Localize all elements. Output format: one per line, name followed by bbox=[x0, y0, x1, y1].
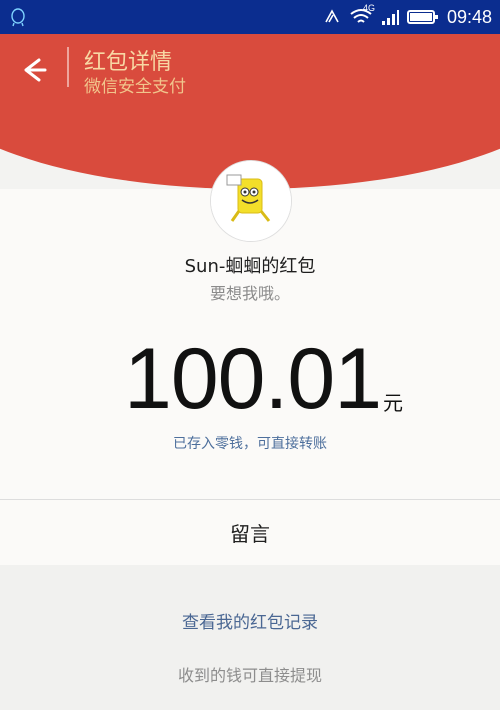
deposit-status: 已存入零钱，可直接转账 bbox=[173, 436, 327, 452]
status-bar: 4G 09:48 bbox=[0, 0, 500, 34]
avatar bbox=[210, 160, 292, 242]
wifi-icon bbox=[350, 9, 372, 23]
avatar-image bbox=[211, 161, 291, 241]
battery-icon bbox=[406, 10, 438, 24]
qq-icon bbox=[11, 8, 25, 27]
nfc-icon bbox=[325, 9, 339, 23]
envelope-message: 要想我哦。 bbox=[209, 284, 290, 303]
amount: 100.01 bbox=[124, 331, 382, 427]
status-right: 09:48 bbox=[323, 0, 492, 34]
withdraw-note: 收到的钱可直接提现 bbox=[177, 666, 322, 685]
footer bbox=[0, 565, 500, 710]
header-divider bbox=[67, 47, 69, 87]
status-time: 09:48 bbox=[446, 6, 492, 27]
message-button[interactable]: 留言 bbox=[0, 500, 500, 564]
back-button[interactable] bbox=[16, 52, 52, 88]
signal-icon bbox=[381, 10, 399, 25]
amount-unit: 元 bbox=[383, 391, 403, 415]
page-subtitle: 微信安全支付 bbox=[84, 77, 186, 97]
history-link[interactable]: 查看我的红包记录 bbox=[0, 608, 500, 633]
back-arrow-icon bbox=[24, 58, 47, 82]
sender-name: Sun-蛔蛔的红包 bbox=[184, 256, 316, 277]
